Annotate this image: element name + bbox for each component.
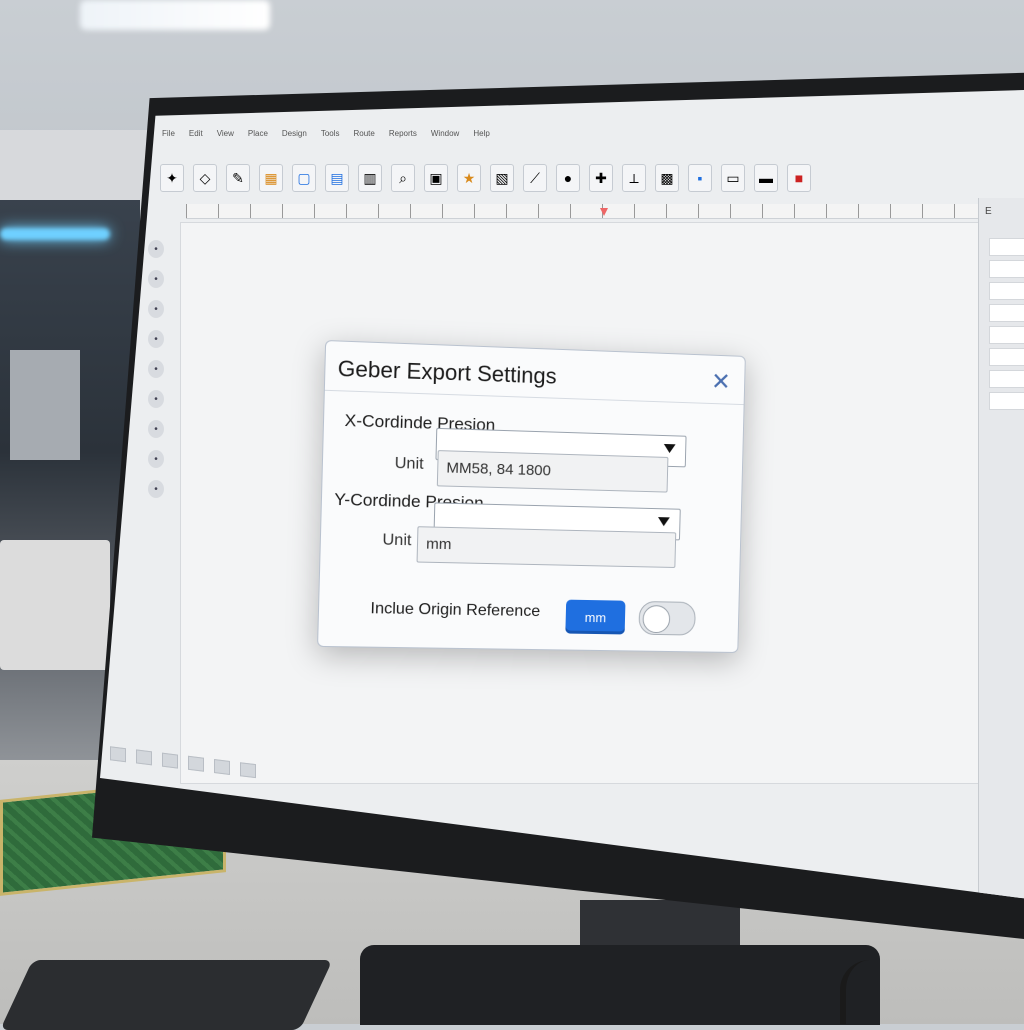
origin-reference-label: Inclue Origin Reference (370, 600, 541, 621)
move-tool-icon[interactable]: • (148, 270, 164, 288)
document-icon[interactable]: ▤ (325, 164, 349, 192)
save-icon[interactable]: ▭ (721, 164, 745, 192)
component-icon[interactable]: ▦ (259, 164, 283, 192)
dialog-title: Geber Export Settings (337, 355, 557, 389)
close-doc-icon[interactable]: ■ (787, 164, 811, 192)
board-icon[interactable]: ▩ (655, 164, 679, 192)
pad-icon[interactable]: ● (556, 164, 580, 192)
panel-row[interactable] (989, 282, 1024, 300)
menu-item-design[interactable]: Design (282, 129, 307, 138)
measure-tool-icon[interactable]: • (148, 390, 164, 408)
menu-item-route[interactable]: Route (354, 129, 375, 138)
machine-part (10, 350, 80, 460)
panel-row[interactable] (989, 392, 1024, 410)
status-icon[interactable] (240, 762, 256, 779)
menu-item-edit[interactable]: Edit (189, 129, 203, 138)
status-icon[interactable] (214, 758, 230, 775)
ruler-marker[interactable] (600, 208, 608, 216)
drill-icon[interactable]: ⟂ (622, 164, 646, 192)
menu-item-place[interactable]: Place (248, 129, 268, 138)
probe-icon[interactable]: ✚ (589, 164, 613, 192)
right-panel-label: E (985, 206, 992, 217)
origin-reference-toggle[interactable] (638, 600, 696, 636)
folder-icon[interactable]: ▣ (424, 164, 448, 192)
shape-icon[interactable]: ◇ (193, 164, 217, 192)
y-unit-label: Unit (382, 531, 412, 550)
select-tool-icon[interactable]: • (148, 240, 164, 258)
pen-icon[interactable]: ✎ (226, 164, 250, 192)
close-icon[interactable]: ✕ (711, 367, 731, 396)
panel-row[interactable] (989, 326, 1024, 344)
chevron-down-icon (657, 517, 670, 527)
zoom-tool-icon[interactable]: • (148, 480, 164, 498)
search-icon[interactable]: ⌕ (391, 164, 415, 192)
machine-led-strip (0, 228, 110, 240)
text-tool-icon[interactable]: • (148, 420, 164, 438)
pointer-icon[interactable]: ✦ (160, 164, 184, 192)
x-unit-label: Unit (394, 454, 424, 473)
menu-item-view[interactable]: View (217, 129, 234, 138)
y-unit-field[interactable]: mm (416, 526, 677, 568)
toolbar: ✦ ◇ ✎ ▦ ▢ ▤ ▥ ⌕ ▣ ★ ▧ ⟋ ● ✚ ⟂ ▩ ▪ ▭ ▬ ■ (160, 156, 1020, 200)
monitor-stand-base (360, 945, 880, 1025)
ceiling-light (80, 0, 270, 30)
chevron-down-icon (663, 443, 676, 454)
menu-bar: File Edit View Place Design Tools Route Reports… (162, 124, 1022, 142)
star-icon[interactable]: ★ (457, 164, 481, 192)
left-toolbar: • • • • • • • • • (148, 240, 170, 498)
menu-item-tools[interactable]: Tools (321, 129, 340, 138)
panel-row[interactable] (989, 304, 1024, 322)
panel-row[interactable] (989, 238, 1024, 256)
x-unit-value: MM58, 84 1800 (446, 459, 552, 480)
x-unit-field[interactable]: MM58, 84 1800 (436, 450, 669, 493)
keyboard (0, 960, 333, 1030)
page-icon[interactable]: ▢ (292, 164, 316, 192)
panel-row[interactable] (989, 260, 1024, 278)
pad-tool-icon[interactable]: • (148, 360, 164, 378)
rotate-tool-icon[interactable]: • (148, 450, 164, 468)
panel-row[interactable] (989, 348, 1024, 366)
toggle-knob (642, 604, 671, 634)
note-icon[interactable]: ▧ (490, 164, 514, 192)
chip-icon[interactable]: ▪ (688, 164, 712, 192)
unit-button[interactable]: mm (565, 599, 626, 635)
status-icon[interactable] (162, 752, 178, 769)
print-icon[interactable]: ▬ (754, 164, 778, 192)
monitor-cable (840, 960, 906, 1024)
route-tool-icon[interactable]: • (148, 300, 164, 318)
y-unit-value: mm (425, 535, 452, 554)
machine-housing (0, 540, 110, 670)
wire-icon[interactable]: ⟋ (523, 164, 547, 192)
status-icon[interactable] (188, 755, 204, 772)
layer-icon[interactable]: ▥ (358, 164, 382, 192)
background-panel (0, 130, 150, 210)
status-icon[interactable] (110, 746, 126, 763)
menu-item-file[interactable]: File (162, 129, 175, 138)
menu-item-window[interactable]: Window (431, 129, 459, 138)
menu-item-help[interactable]: Help (473, 129, 489, 138)
gerber-export-dialog: Geber Export Settings ✕ X-Cordinde Presi… (317, 339, 746, 654)
status-icon[interactable] (136, 749, 152, 766)
menu-item-reports[interactable]: Reports (389, 129, 417, 138)
divider (324, 389, 744, 406)
right-panel: E (978, 198, 1024, 898)
via-tool-icon[interactable]: • (148, 330, 164, 348)
panel-row[interactable] (989, 370, 1024, 388)
